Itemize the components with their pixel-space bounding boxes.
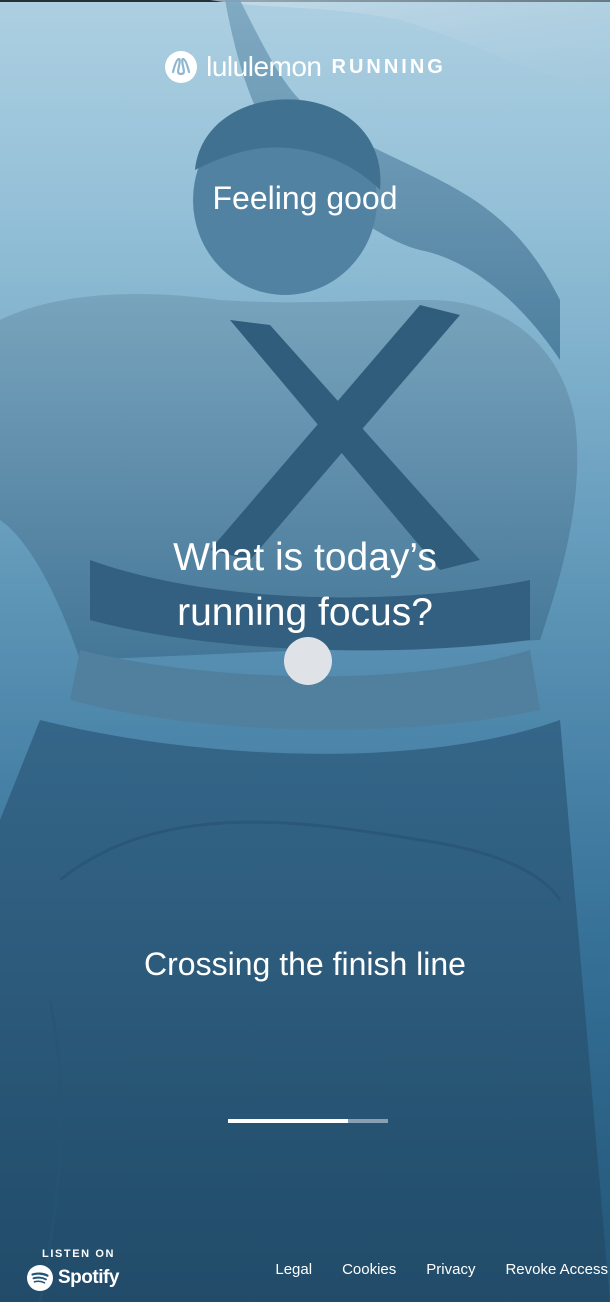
lululemon-logo-icon	[165, 51, 198, 83]
question-heading: What is today’s running focus?	[0, 530, 610, 640]
question-line-2: running focus?	[177, 591, 433, 634]
footer-link-revoke-access[interactable]: Revoke Access	[505, 1261, 608, 1278]
option-feeling-good[interactable]: Feeling good	[0, 180, 610, 217]
brand-header: lululemon RUNNING	[0, 50, 610, 84]
progress-bar-fill	[228, 1119, 348, 1123]
selector-handle[interactable]	[284, 637, 332, 685]
option-crossing-finish-line[interactable]: Crossing the finish line	[0, 946, 610, 983]
footer-link-privacy[interactable]: Privacy	[426, 1261, 475, 1278]
footer-links: Legal Cookies Privacy Revoke Access	[275, 1261, 608, 1278]
brand-subtitle: RUNNING	[331, 55, 446, 78]
brand-name: lululemon	[206, 51, 322, 82]
listen-on-spotify-button[interactable]: LISTEN ON Spotify	[26, 1248, 136, 1292]
listen-on-label: LISTEN ON	[42, 1248, 116, 1260]
question-line-1: What is today’s	[173, 536, 437, 579]
footer-link-cookies[interactable]: Cookies	[342, 1261, 396, 1278]
progress-bar	[228, 1119, 388, 1123]
spotify-name: Spotify	[58, 1267, 119, 1288]
spotify-wordmark: Spotify	[26, 1264, 136, 1292]
app-screen: lululemon RUNNING Feeling good What is t…	[0, 0, 610, 1302]
footer-link-legal[interactable]: Legal	[275, 1261, 312, 1278]
spotify-icon	[27, 1265, 53, 1291]
